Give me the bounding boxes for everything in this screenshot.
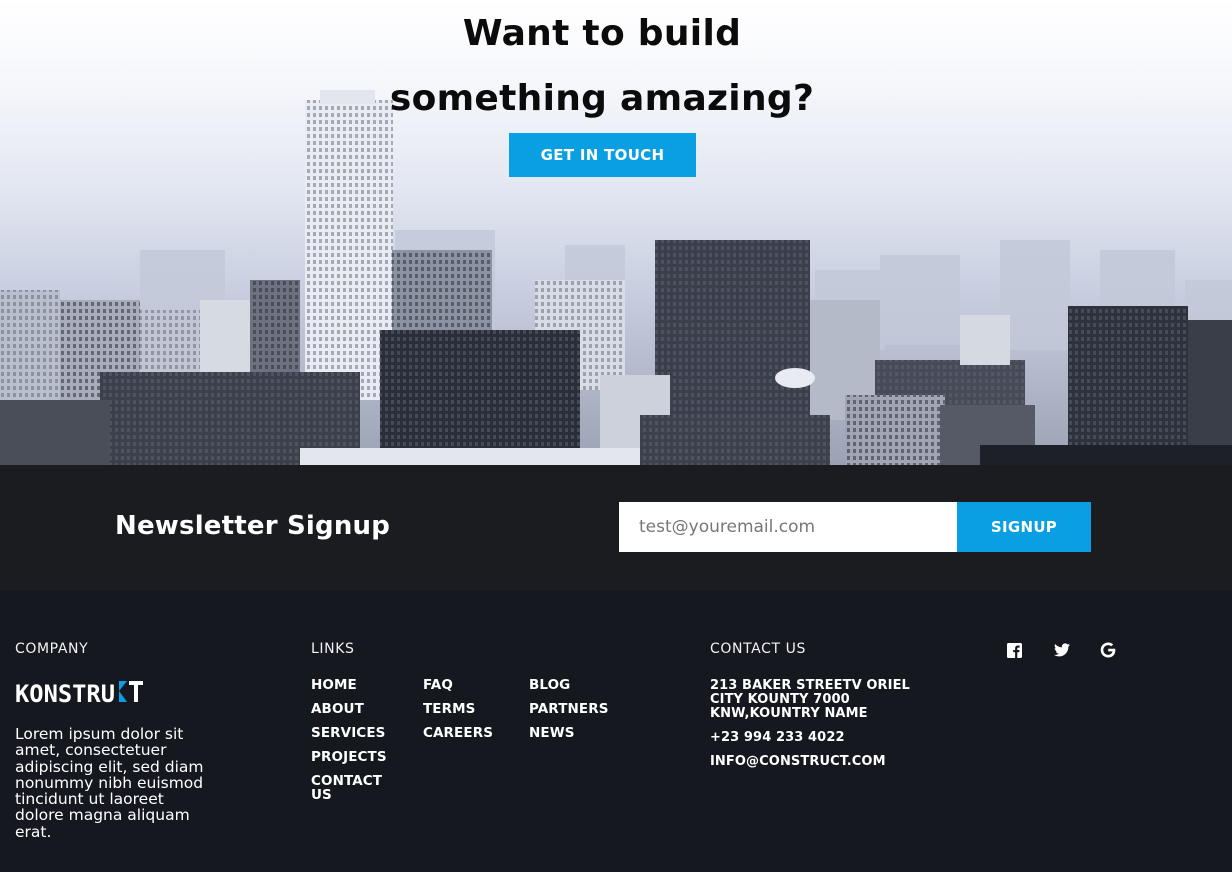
newsletter-section: Newsletter Signup SIGNUP — [0, 465, 1232, 590]
links-column-3: BLOG PARTNERS NEWS — [529, 678, 609, 750]
hero-title-line2: something amazing? — [389, 77, 815, 119]
link-careers[interactable]: CAREERS — [423, 726, 493, 740]
hero-section: Want to build something amazing? GET IN … — [0, 0, 1232, 465]
company-description: Lorem ipsum dolor sit amet, consectetuer… — [15, 725, 204, 841]
links-column-1: HOME ABOUT SERVICES PROJECTS CONTACT US — [311, 678, 391, 812]
address-line2: CITY KOUNTY 7000 — [710, 692, 850, 707]
address-line3: KNW,KOUNTRY NAME — [710, 706, 868, 721]
facebook-icon[interactable] — [1006, 642, 1022, 658]
twitter-icon[interactable] — [1054, 642, 1070, 658]
link-about[interactable]: ABOUT — [311, 702, 391, 716]
hero-title: Want to build something amazing? — [0, 2, 1204, 132]
contact-address: 213 BAKER STREETV ORIEL CITY KOUNTY 7000… — [710, 679, 910, 721]
contact-email[interactable]: INFO@CONSTRUCT.COM — [710, 755, 910, 769]
link-blog[interactable]: BLOG — [529, 678, 609, 692]
address-line1: 213 BAKER STREETV ORIEL — [710, 678, 910, 693]
link-partners[interactable]: PARTNERS — [529, 702, 609, 716]
newsletter-email-input[interactable] — [619, 502, 958, 552]
link-terms[interactable]: TERMS — [423, 702, 493, 716]
get-in-touch-button[interactable]: GET IN TOUCH — [509, 133, 696, 177]
google-icon[interactable] — [1100, 642, 1116, 658]
newsletter-title: Newsletter Signup — [115, 511, 391, 541]
signup-button[interactable]: SIGNUP — [957, 502, 1091, 552]
link-faq[interactable]: FAQ — [423, 678, 493, 692]
contact-phone: +23 994 233 4022 — [710, 730, 845, 745]
link-news[interactable]: NEWS — [529, 726, 609, 740]
contact-info: 213 BAKER STREETV ORIEL CITY KOUNTY 7000… — [710, 679, 910, 769]
links-column-2: FAQ TERMS CAREERS — [423, 678, 493, 750]
link-contact-us[interactable]: CONTACT US — [311, 774, 391, 802]
hero-title-line1: Want to build — [462, 13, 742, 54]
svg-text:KONSTRU: KONSTRU — [15, 680, 115, 706]
link-projects[interactable]: PROJECTS — [311, 750, 391, 764]
links-heading: LINKS — [311, 641, 355, 657]
contact-heading: CONTACT US — [710, 641, 806, 657]
link-services[interactable]: SERVICES — [311, 726, 391, 740]
footer: COMPANY KONSTRU Lorem ipsum dolor sit am… — [0, 590, 1232, 872]
konstruct-logo[interactable]: KONSTRU — [15, 676, 145, 706]
link-home[interactable]: HOME — [311, 678, 391, 692]
company-heading: COMPANY — [15, 641, 89, 657]
